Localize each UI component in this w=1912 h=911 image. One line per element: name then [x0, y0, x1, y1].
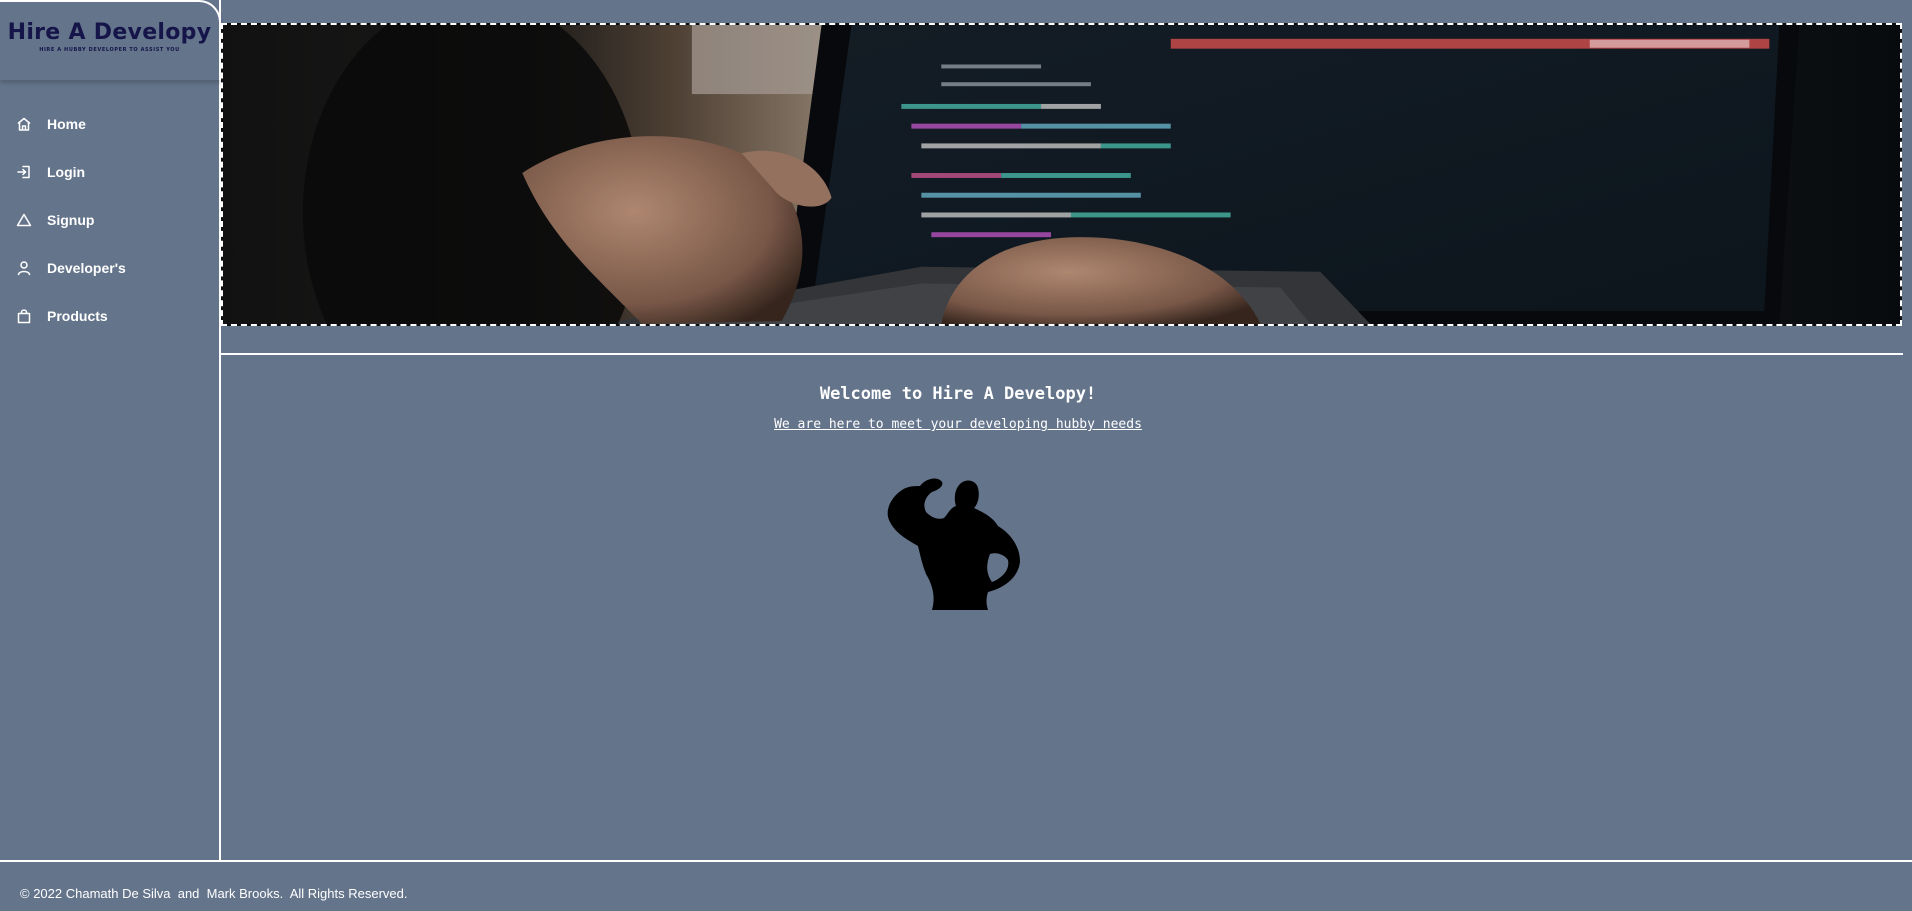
sidebar-item-label: Home: [47, 116, 86, 132]
sidebar-item-developers[interactable]: Developer's: [0, 256, 218, 280]
footer-divider: [0, 860, 1912, 862]
footer-copyright: © 2022 Chamath De Silva and Mark Brooks.…: [20, 886, 408, 901]
brand-tagline: HIRE A HUBBY DEVELOPER TO ASSIST YOU: [39, 47, 180, 53]
content-divider: [221, 353, 1903, 355]
brand-header[interactable]: Hire A Developy HIRE A HUBBY DEVELOPER T…: [0, 0, 221, 80]
welcome-subtitle-link[interactable]: We are here to meet your developing hubb…: [221, 417, 1695, 432]
shopping-bag-icon: [16, 308, 32, 324]
user-icon: [16, 260, 32, 276]
sidebar-item-signup[interactable]: Signup: [0, 208, 218, 232]
sidebar-item-label: Developer's: [47, 260, 126, 276]
brand-title[interactable]: Hire A Developy: [0, 20, 219, 45]
login-icon: [16, 164, 32, 180]
home-icon: [16, 116, 32, 132]
sidebar-item-login[interactable]: Login: [0, 160, 218, 184]
sidebar-item-home[interactable]: Home: [0, 112, 218, 136]
welcome-title: Welcome to Hire A Developy!: [819, 384, 1097, 404]
sidebar-item-label: Signup: [47, 212, 95, 228]
sidebar-item-products[interactable]: Products: [0, 304, 218, 328]
sidebar-nav: Home Login Signup Developer's Products: [0, 112, 218, 352]
sidebar-item-label: Products: [47, 308, 108, 324]
sidebar-item-label: Login: [47, 164, 86, 180]
strongman-silhouette-icon: [882, 474, 1034, 610]
signup-triangle-icon: [16, 212, 32, 228]
hero-banner-image: [221, 23, 1902, 326]
page: Hire A Developy HIRE A HUBBY DEVELOPER T…: [0, 0, 1912, 911]
sidebar: Hire A Developy HIRE A HUBBY DEVELOPER T…: [0, 0, 221, 860]
